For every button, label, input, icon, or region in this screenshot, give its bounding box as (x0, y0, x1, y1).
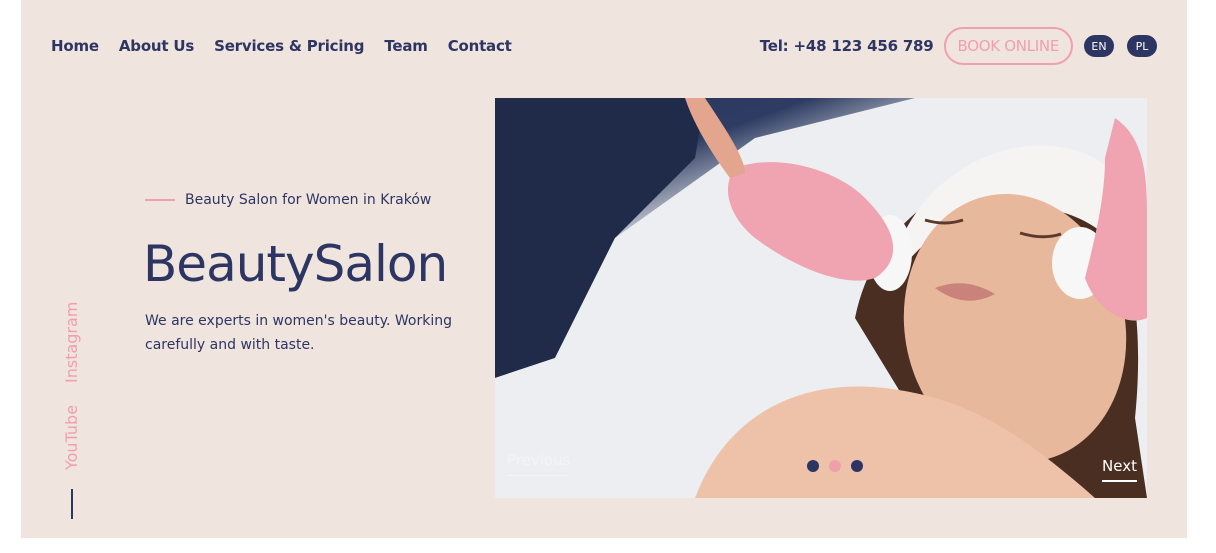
social-divider (71, 489, 73, 519)
nav-services-pricing[interactable]: Services & Pricing (214, 36, 364, 56)
hero-description: We are experts in women's beauty. Workin… (145, 313, 452, 353)
header-actions: Tel: +48 123 456 789 BOOK ONLINE EN PL (760, 27, 1157, 65)
slider-dot-active[interactable] (829, 460, 841, 472)
nav-contact[interactable]: Contact (448, 36, 512, 56)
nav-home[interactable]: Home (51, 36, 99, 56)
page: Home About Us Services & Pricing Team Co… (21, 0, 1187, 538)
phone-number[interactable]: Tel: +48 123 456 789 (760, 37, 934, 55)
slider-dot[interactable] (807, 460, 819, 472)
hero-title: BeautySalon (143, 235, 448, 293)
slider-dot[interactable] (851, 460, 863, 472)
youtube-link[interactable]: YouTube (62, 405, 81, 470)
lang-en-button[interactable]: EN (1084, 35, 1114, 57)
lang-pl-button[interactable]: PL (1127, 35, 1157, 57)
eyebrow-text: Beauty Salon for Women in Kraków (185, 192, 432, 208)
nav-team[interactable]: Team (384, 36, 428, 56)
instagram-link[interactable]: Instagram (62, 302, 81, 383)
nav-about-us[interactable]: About Us (119, 36, 194, 56)
salon-photo-icon (495, 98, 1147, 498)
hero-eyebrow: Beauty Salon for Women in Kraków (145, 192, 431, 208)
hero-slider: Previous Next (495, 98, 1147, 498)
slider-prev-button[interactable]: Previous (507, 451, 570, 476)
eyebrow-line (145, 199, 175, 201)
book-online-button[interactable]: BOOK ONLINE (943, 27, 1073, 65)
slider-dots (807, 460, 863, 472)
main-nav: Home About Us Services & Pricing Team Co… (51, 36, 512, 56)
social-links: YouTube Instagram (61, 295, 83, 470)
slider-next-button[interactable]: Next (1102, 457, 1137, 482)
